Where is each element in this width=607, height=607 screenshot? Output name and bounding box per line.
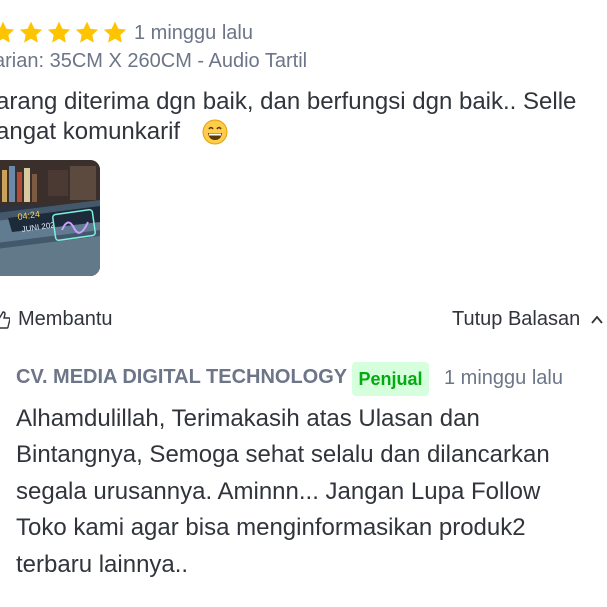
chevron-up-icon [591, 315, 603, 324]
close-reply-label: Tutup Balasan [452, 308, 581, 330]
review-time: 1 minggu lalu [134, 22, 253, 44]
seller-badge: Penjual [352, 362, 429, 396]
helpful-label: Membantu [18, 308, 113, 330]
star-icon [75, 21, 99, 43]
star-icon [103, 21, 127, 43]
rating-stars [0, 20, 128, 46]
close-reply-button[interactable]: Tutup Balasan [452, 308, 604, 331]
grinning-face-icon [202, 119, 228, 145]
seller-reply-line-3: segala urusannya. Aminnn... Jangan Lupa … [16, 478, 541, 505]
star-icon [0, 21, 15, 43]
review-photo-image: 04:24 JUNI 202 [0, 160, 100, 276]
seller-reply-line-5: terbaru lainnya.. [16, 551, 189, 578]
seller-name: CV. MEDIA DIGITAL TECHNOLOGY [16, 366, 348, 388]
thumbs-up-icon [0, 310, 10, 329]
seller-reply-line-1: Alhamdulillah, Terimakasih atas Ulasan d… [16, 405, 480, 432]
review-photo-thumbnail[interactable]: 04:24 JUNI 202 [0, 160, 100, 276]
review-text-line-1: arang diterima dgn baik, dan berfungsi d… [0, 88, 577, 115]
star-icon [19, 21, 43, 43]
helpful-button[interactable]: Membantu [0, 308, 113, 331]
star-icon [47, 21, 71, 43]
seller-reply-line-4: Toko kami agar bisa menginformasikan pro… [16, 514, 526, 541]
seller-reply-time: 1 minggu lalu [444, 367, 563, 389]
review-variant: arian: 35CM X 260CM - Audio Tartil [0, 50, 308, 72]
seller-reply-line-2: Bintangnya, Semoga sehat selalu dan dila… [16, 441, 550, 468]
review-text-line-2: angat komunkarif [0, 118, 181, 145]
